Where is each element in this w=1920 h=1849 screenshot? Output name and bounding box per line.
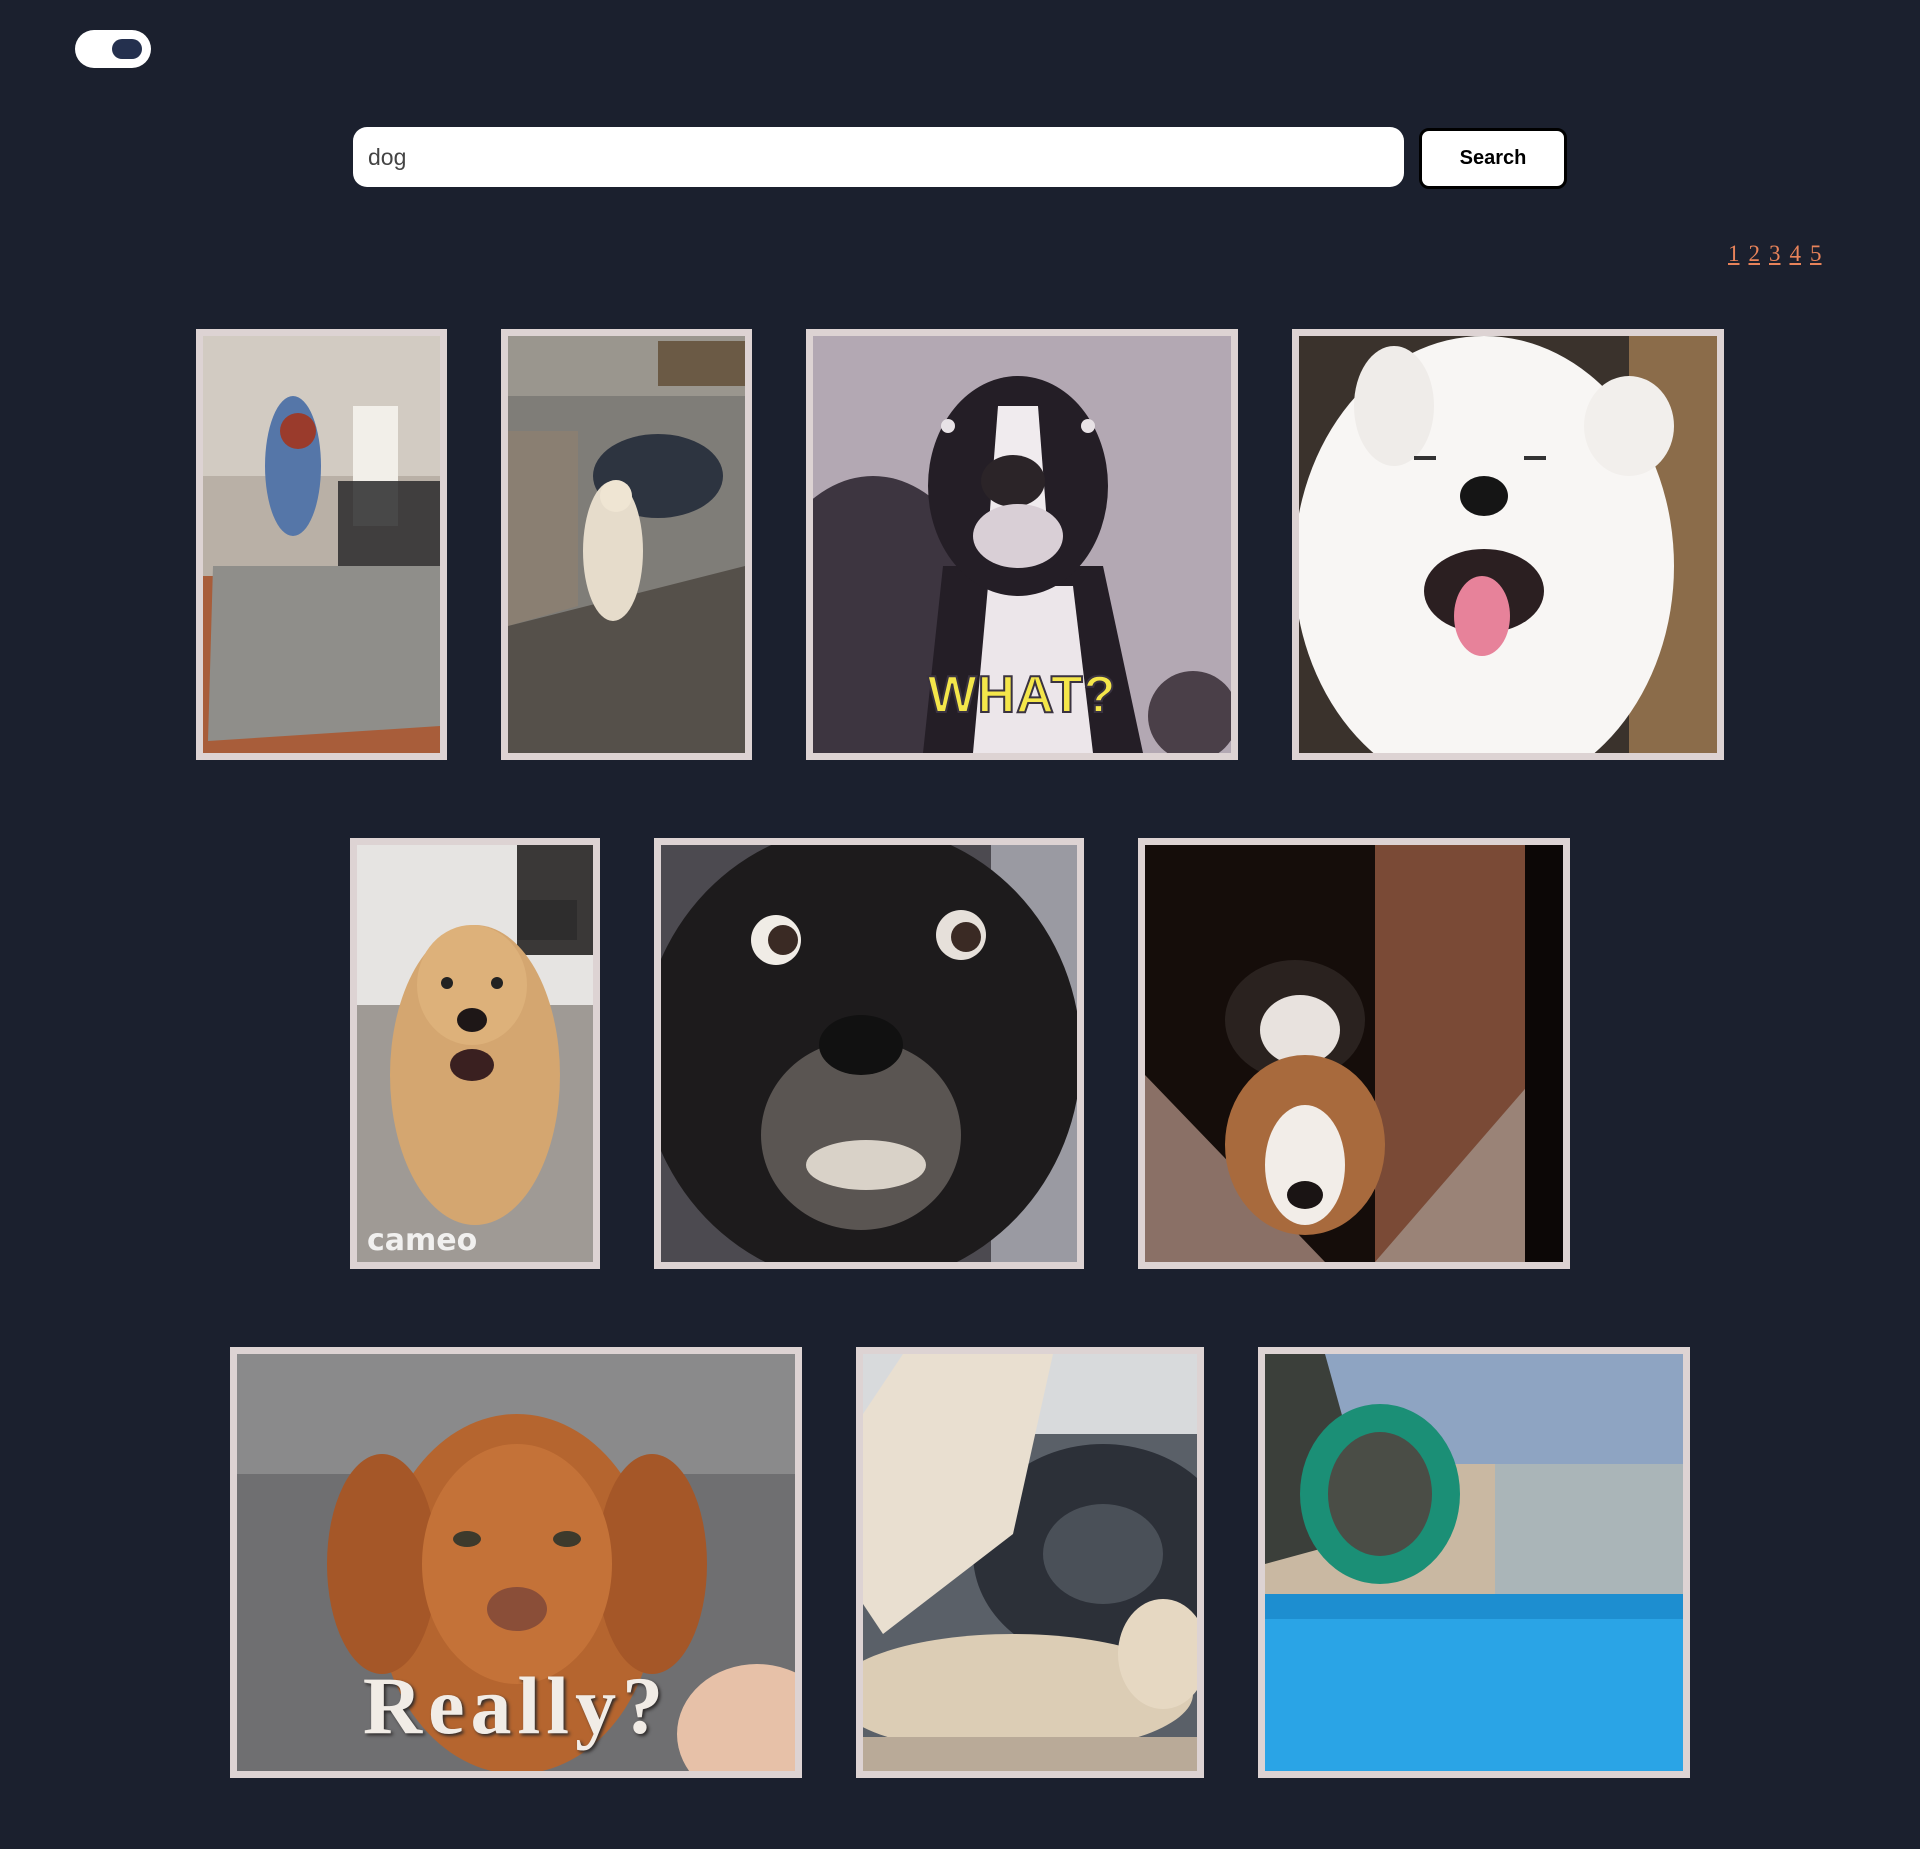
search-input[interactable] <box>353 127 1404 187</box>
gif-image-dog-costume <box>203 336 440 753</box>
gif-caption: cameo <box>367 1223 478 1258</box>
gif-card[interactable]: WHAT? <box>806 329 1238 760</box>
gif-card[interactable]: cameo <box>350 838 600 1269</box>
gif-image-pool-slide <box>1265 1354 1683 1771</box>
toggle-knob <box>112 39 142 59</box>
page-link-5[interactable]: 5 <box>1810 241 1822 267</box>
pagination: 1 2 3 4 5 <box>1728 241 1822 267</box>
gif-card[interactable] <box>1258 1347 1690 1778</box>
gif-image-dog-driveway <box>508 336 745 753</box>
gif-card[interactable]: Really? <box>230 1347 802 1778</box>
gif-card[interactable] <box>1138 838 1570 1269</box>
gif-caption: Really? <box>362 1660 670 1751</box>
page-link-4[interactable]: 4 <box>1790 241 1802 267</box>
gif-card[interactable] <box>1292 329 1724 760</box>
gif-card[interactable] <box>501 329 752 760</box>
page-link-3[interactable]: 3 <box>1769 241 1781 267</box>
page-link-1[interactable]: 1 <box>1728 241 1740 267</box>
gif-card[interactable] <box>856 1347 1204 1778</box>
gif-image-golden-retriever: cameo <box>357 845 593 1262</box>
theme-toggle[interactable] <box>75 30 151 68</box>
gif-image-dog-side-eye <box>661 845 1077 1262</box>
gif-card[interactable] <box>654 838 1084 1269</box>
gif-image-samoyed <box>1299 336 1717 753</box>
gif-caption: WHAT? <box>927 665 1117 725</box>
gif-image-dog-what: WHAT? <box>813 336 1231 753</box>
gif-image-puppy-really: Really? <box>237 1354 795 1771</box>
gif-card[interactable] <box>196 329 447 760</box>
page-link-2[interactable]: 2 <box>1749 241 1761 267</box>
gif-image-two-dogs <box>1145 845 1563 1262</box>
search-button[interactable]: Search <box>1419 128 1567 189</box>
gif-image-dog-driving <box>863 1354 1197 1771</box>
